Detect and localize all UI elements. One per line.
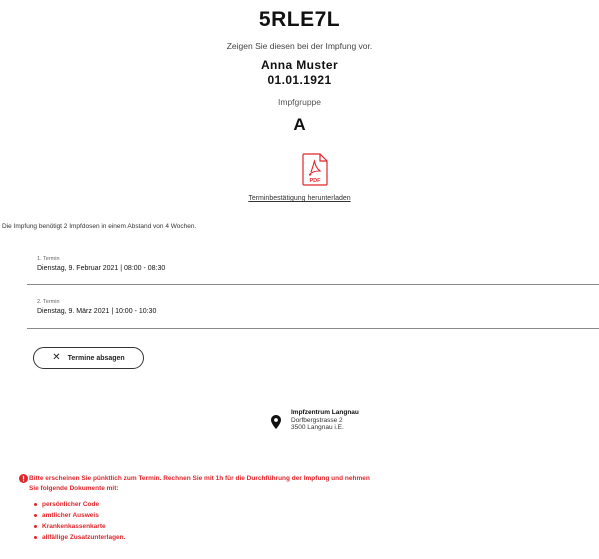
termin-datetime: Dienstag, 9. Februar 2021 | 08:00 - 08:3… (37, 265, 166, 272)
divider (27, 328, 599, 329)
code-hint: Zeigen Sie diesen bei der Impfung vor. (226, 41, 373, 51)
pdf-icon-text: PDF (310, 178, 322, 184)
notice-box: Bitte erscheinen Sie pünktlich zum Termi… (19, 474, 589, 543)
location-name: Impfzentrum Langnau (291, 409, 359, 416)
notice-text-line1: Bitte erscheinen Sie pünktlich zum Termi… (29, 475, 370, 482)
doses-info: Die Impfung benötigt 2 Impfdosen in eine… (2, 223, 197, 230)
close-icon: ✕ (52, 352, 61, 363)
divider (27, 284, 599, 285)
location-city: 3500 Langnau i.E. (291, 424, 344, 431)
map-pin-icon (271, 415, 281, 429)
list-item: Krankenkassenkarte (34, 521, 589, 532)
termin-label: 1. Termin (37, 256, 60, 262)
location-street: Dorfbergstrasse 2 (291, 416, 343, 424)
download-confirmation-link[interactable]: Terminbestätigung herunterladen (0, 195, 599, 202)
termin-1: 1. Termin Dienstag, 9. Februar 2021 | 08… (37, 256, 599, 272)
termin-label: 2. Termin (37, 299, 60, 305)
person-name: Anna Muster (260, 58, 339, 72)
group-label: Impfgruppe (278, 97, 321, 107)
cancel-button-label: Termine absagen (67, 354, 125, 362)
pdf-file-icon[interactable]: PDF (302, 153, 328, 186)
notice-text-line2: Sie folgende Dokumente mit: (29, 485, 119, 492)
cancel-appointments-button[interactable]: ✕ Termine absagen (33, 347, 144, 369)
documents-list: persönlicher Code amtlicher Ausweis Kran… (29, 499, 589, 543)
birth-date: 01.01.1921 (267, 73, 332, 87)
termin-datetime: Dienstag, 9. März 2021 | 10:00 - 10:30 (37, 308, 157, 315)
appointment-code: 5RLE7L (258, 8, 341, 31)
termin-2: 2. Termin Dienstag, 9. März 2021 | 10:00… (37, 299, 599, 315)
list-item: persönlicher Code (34, 499, 589, 510)
list-item: allfällige Zusatzunterlagen. (34, 532, 589, 543)
location-address: Impfzentrum Langnau Dorfbergstrasse 2 35… (291, 409, 359, 432)
list-item: amtlicher Ausweis (34, 510, 589, 521)
alert-circle-icon (19, 474, 28, 483)
group-value: A (293, 115, 306, 134)
